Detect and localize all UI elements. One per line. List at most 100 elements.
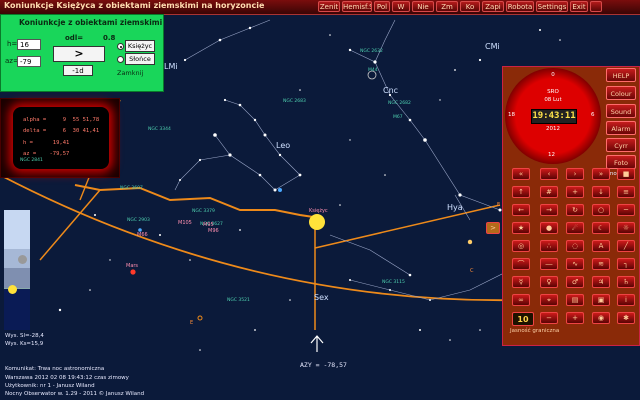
horizon-letter: E	[497, 202, 501, 208]
menu-pol[interactable]: Pol	[374, 1, 390, 12]
cluster-icon[interactable]: ∴	[540, 240, 558, 252]
rewind-icon[interactable]: «	[512, 168, 530, 180]
left-arrow-icon[interactable]: ←	[512, 204, 530, 216]
telescope-icon[interactable]: ⌖	[540, 294, 558, 306]
print-icon[interactable]: ▤	[566, 294, 584, 306]
ngc-label: NGC 3607	[120, 186, 143, 191]
horizon-icon[interactable]: ⌒	[512, 258, 530, 270]
colour-button[interactable]: Colour	[606, 86, 636, 100]
info-icon[interactable]: i	[617, 294, 635, 306]
eye-icon[interactable]: ◉	[592, 312, 610, 324]
circle-icon[interactable]: ○	[592, 204, 610, 216]
jupiter-icon[interactable]: ♃	[592, 276, 610, 288]
moon-icon[interactable]: ☾	[592, 222, 610, 234]
expand-arrow-icon[interactable]: >	[486, 222, 500, 234]
sun-icon[interactable]: ☼	[617, 222, 635, 234]
messier-label: M96	[208, 228, 219, 234]
ecliptic-icon[interactable]: ∿	[566, 258, 584, 270]
list-icon[interactable]: ≡	[617, 186, 635, 198]
sound-button[interactable]: Sound	[606, 104, 636, 118]
equator-icon[interactable]: ―	[540, 258, 558, 270]
menu-exit[interactable]: Exit	[570, 1, 588, 12]
planet-icon[interactable]: ●	[540, 222, 558, 234]
constellation-lmi: LMi	[164, 62, 178, 71]
step-back-button[interactable]: -1d	[63, 65, 93, 76]
label-icon[interactable]: A	[592, 240, 610, 252]
moon-option-label[interactable]: Księżyc	[125, 40, 155, 52]
forward-icon[interactable]: ›	[566, 168, 584, 180]
grid-icon[interactable]: #	[540, 186, 558, 198]
help-button[interactable]: HELP	[606, 68, 636, 82]
up-arrow-icon[interactable]: ↑	[512, 186, 530, 198]
ruler-icon[interactable]: ─	[617, 204, 635, 216]
plus-icon[interactable]: +	[566, 312, 584, 324]
odl-value: 0.8	[103, 34, 116, 42]
moon-altitude-text: Wys. Ks=15,9	[5, 341, 44, 347]
clock-digit: 6	[591, 112, 595, 118]
mercury-icon[interactable]: ☿	[512, 276, 530, 288]
galaxy-icon[interactable]: ◎	[512, 240, 530, 252]
venus-icon[interactable]: ♀	[540, 276, 558, 288]
saturn-icon[interactable]: ♄	[617, 276, 635, 288]
cyrr-button[interactable]: Cyrr	[606, 138, 636, 152]
limit-magnitude-value[interactable]: 10	[512, 312, 534, 326]
close-button[interactable]: Zamknij	[117, 69, 143, 77]
back-icon[interactable]: ‹	[540, 168, 558, 180]
star-icon[interactable]: ★	[512, 222, 530, 234]
minus-icon[interactable]: −	[540, 312, 558, 324]
ngc-label: NGC 2682	[388, 101, 411, 106]
ngc-label: NGC 3521	[227, 298, 250, 303]
comet-icon[interactable]: ☄	[566, 222, 584, 234]
save-icon[interactable]: ▣	[592, 294, 610, 306]
down-arrow-icon[interactable]: ↓	[592, 186, 610, 198]
zoom-icon[interactable]: +	[566, 186, 584, 198]
fastforward-icon[interactable]: »	[592, 168, 610, 180]
sun-option-label[interactable]: Słońce	[125, 53, 155, 65]
menu-w[interactable]: W	[392, 1, 410, 12]
nebula-icon[interactable]: ◌	[566, 240, 584, 252]
menu-robota[interactable]: Robota	[506, 1, 534, 12]
radio-sun[interactable]	[117, 56, 124, 63]
h-field[interactable]: 16	[17, 39, 41, 50]
radio-moon[interactable]	[117, 43, 124, 50]
clock-year: 2012	[546, 126, 560, 132]
go-button[interactable]: >	[53, 46, 105, 62]
menu-settings[interactable]: Settings	[536, 1, 568, 12]
menu-zapi[interactable]: Zapi	[482, 1, 504, 12]
h-value: h = 19,41	[23, 140, 70, 146]
menu-extra[interactable]	[590, 1, 602, 12]
azimuth-readout: AZY = -78,57	[300, 361, 347, 369]
horizon-letter: C	[470, 268, 474, 274]
menu-hemisf[interactable]: Hemisf.Sev	[342, 1, 372, 12]
ngc-label: NGC 3115	[382, 280, 405, 285]
mars-icon[interactable]: ♂	[566, 276, 584, 288]
ngc-label: NGC 2683	[283, 99, 306, 104]
binocular-icon[interactable]: ∞	[512, 294, 530, 306]
menu-zenit[interactable]: Zenit	[318, 1, 340, 12]
rotate-icon[interactable]: ↻	[566, 204, 584, 216]
ngc-label: NGC 2903	[127, 218, 150, 223]
clock-dial[interactable]: 0 SRO 08 Lut 19:43:11 2012 12 18 6	[505, 68, 601, 164]
horizon-letter: E	[190, 320, 194, 326]
milkyway-icon[interactable]: ≋	[592, 258, 610, 270]
menu-nie[interactable]: Nie	[412, 1, 434, 12]
foto-button[interactable]: Foto	[606, 155, 636, 169]
sun-altitude-icon	[18, 255, 27, 264]
ngc-label: M44	[368, 68, 378, 73]
moon-altitude-icon	[8, 285, 17, 294]
info-message: Komunikat: Trwa noc astronomiczna	[5, 366, 105, 372]
messier-label: M105	[178, 220, 192, 226]
alarm-button[interactable]: Alarm	[606, 121, 636, 135]
boundary-icon[interactable]: ┐	[617, 258, 635, 270]
altitude-panel	[4, 210, 30, 330]
clock-digit: 0	[551, 72, 555, 78]
menu-zm[interactable]: Zm	[436, 1, 458, 12]
az-field[interactable]: -79	[17, 56, 41, 67]
right-arrow-icon[interactable]: →	[540, 204, 558, 216]
lines-icon[interactable]: ╱	[617, 240, 635, 252]
mars-label: Mars	[126, 263, 139, 269]
messier-label: M66	[137, 232, 148, 238]
stop-icon[interactable]: ■	[617, 168, 635, 180]
settings-icon[interactable]: ✱	[617, 312, 635, 324]
menu-ko[interactable]: Ko	[460, 1, 480, 12]
